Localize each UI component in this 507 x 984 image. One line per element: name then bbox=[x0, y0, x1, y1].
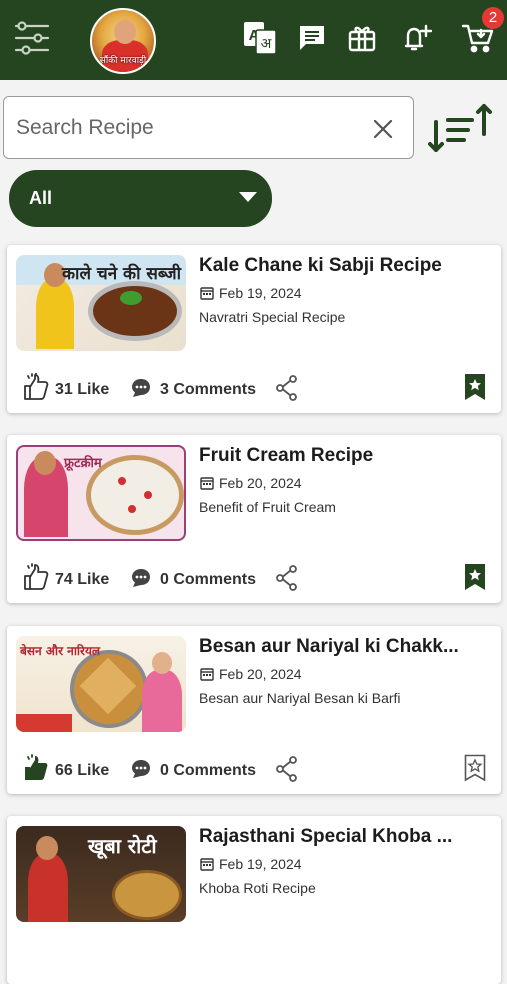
recipe-card[interactable]: खूबा रोटी Rajasthani Special Khoba ... F… bbox=[7, 816, 501, 984]
recipe-title[interactable]: Fruit Cream Recipe bbox=[199, 445, 489, 467]
close-icon bbox=[373, 119, 393, 139]
search-box bbox=[3, 96, 414, 159]
recipe-date: Feb 19, 2024 bbox=[219, 285, 302, 301]
like-count[interactable]: 31 Like bbox=[55, 381, 109, 399]
logo-text: सौंकी मारवाड़ी bbox=[99, 56, 147, 66]
comment-count[interactable]: 3 Comments bbox=[160, 381, 256, 399]
like-icon[interactable] bbox=[23, 373, 49, 401]
recipe-date: Feb 20, 2024 bbox=[219, 666, 302, 682]
like-count[interactable]: 74 Like bbox=[55, 571, 109, 589]
recipe-thumbnail[interactable]: खूबा रोटी bbox=[16, 826, 186, 922]
bookmark-icon[interactable] bbox=[464, 563, 486, 591]
brand-logo[interactable]: सौंकी मारवाड़ी bbox=[90, 8, 156, 74]
gift-icon[interactable] bbox=[342, 18, 382, 58]
clear-search-button[interactable] bbox=[368, 114, 398, 144]
search-input[interactable] bbox=[16, 111, 356, 145]
calendar-icon bbox=[200, 668, 214, 681]
recipe-date: Feb 20, 2024 bbox=[219, 475, 302, 491]
thumbnail-text: काले चने की सब्जी bbox=[62, 264, 182, 284]
recipe-card[interactable]: काले चने की सब्जी Kale Chane ki Sabji Re… bbox=[7, 245, 501, 413]
share-icon[interactable] bbox=[275, 375, 299, 401]
recipe-title[interactable]: Kale Chane ki Sabji Recipe bbox=[199, 255, 489, 277]
menu-icon[interactable] bbox=[12, 18, 52, 58]
comment-icon[interactable] bbox=[130, 567, 152, 589]
like-icon[interactable] bbox=[23, 563, 49, 591]
recipe-title[interactable]: Besan aur Nariyal ki Chakk... bbox=[199, 636, 489, 658]
thumbnail-text: बेसन और नारियल bbox=[20, 644, 101, 658]
dropdown-arrow-icon bbox=[239, 192, 257, 202]
app-header: सौंकी मारवाड़ी A अ 2 bbox=[0, 0, 507, 80]
bookmark-outline-icon[interactable] bbox=[464, 754, 486, 782]
chat-icon[interactable] bbox=[292, 18, 332, 58]
filter-selected-value: All bbox=[29, 188, 53, 208]
share-icon[interactable] bbox=[275, 565, 299, 591]
comment-count[interactable]: 0 Comments bbox=[160, 762, 256, 780]
logo-face bbox=[114, 20, 136, 44]
bookmark-icon[interactable] bbox=[464, 373, 486, 401]
category-filter-dropdown[interactable]: All bbox=[9, 170, 272, 227]
comment-icon[interactable] bbox=[130, 758, 152, 780]
thumbnail-text: फ्रूटक्रीम bbox=[64, 456, 102, 471]
recipe-date: Feb 19, 2024 bbox=[219, 856, 302, 872]
like-count[interactable]: 66 Like bbox=[55, 762, 109, 780]
sort-icon bbox=[428, 104, 492, 152]
cart-count-badge: 2 bbox=[482, 7, 504, 29]
recipe-card[interactable]: बेसन और नारियल Besan aur Nariyal ki Chak… bbox=[7, 626, 501, 794]
comment-icon[interactable] bbox=[130, 377, 152, 399]
calendar-icon bbox=[200, 858, 214, 871]
thumbnail-text: खूबा रोटी bbox=[88, 834, 157, 858]
svg-text:अ: अ bbox=[261, 36, 272, 52]
sort-button[interactable] bbox=[424, 99, 496, 157]
liked-icon[interactable] bbox=[23, 754, 49, 782]
recipe-description: Benefit of Fruit Cream bbox=[199, 499, 336, 515]
share-icon[interactable] bbox=[275, 756, 299, 782]
add-notification-icon[interactable] bbox=[396, 18, 436, 58]
comment-count[interactable]: 0 Comments bbox=[160, 571, 256, 589]
recipe-thumbnail[interactable]: बेसन और नारियल bbox=[16, 636, 186, 732]
calendar-icon bbox=[200, 477, 214, 490]
recipe-card[interactable]: फ्रूटक्रीम Fruit Cream Recipe Feb 20, 20… bbox=[7, 435, 501, 603]
recipe-description: Besan aur Nariyal Besan ki Barfi bbox=[199, 690, 401, 706]
recipe-title[interactable]: Rajasthani Special Khoba ... bbox=[199, 826, 489, 848]
recipe-thumbnail[interactable]: फ्रूटक्रीम bbox=[16, 445, 186, 541]
recipe-description: Navratri Special Recipe bbox=[199, 309, 346, 325]
calendar-icon bbox=[200, 287, 214, 300]
translate-icon[interactable]: A अ bbox=[240, 18, 280, 58]
recipe-thumbnail[interactable]: काले चने की सब्जी bbox=[16, 255, 186, 351]
recipe-description: Khoba Roti Recipe bbox=[199, 880, 316, 896]
